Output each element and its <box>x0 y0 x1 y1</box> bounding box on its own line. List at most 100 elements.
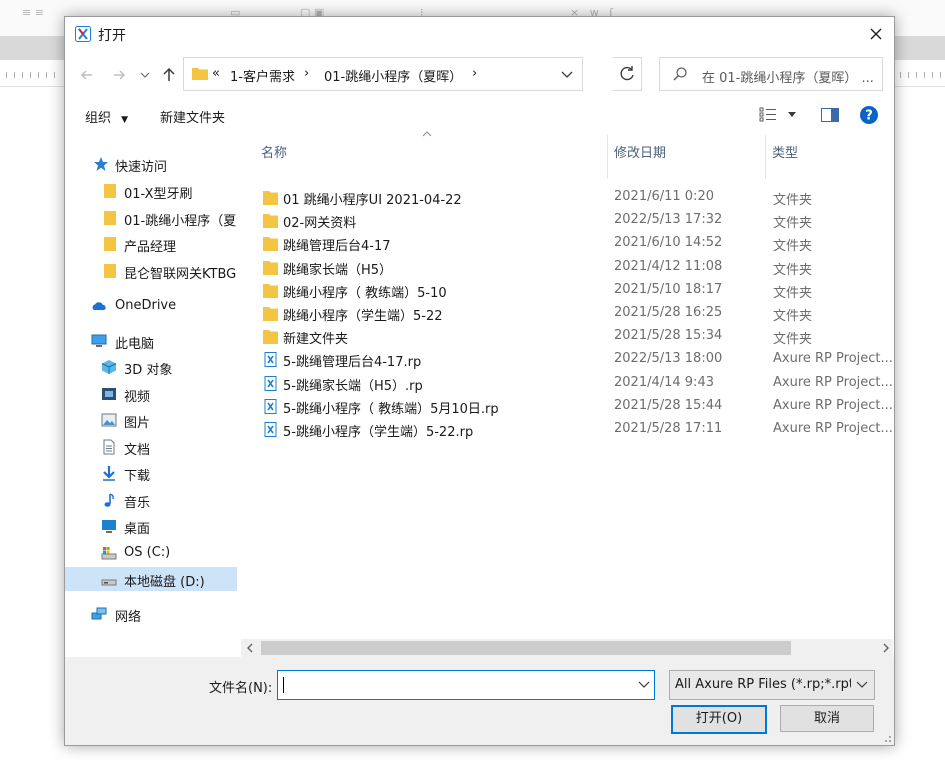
nav-documents[interactable]: 文档 <box>65 435 237 459</box>
folder-icon <box>104 211 116 225</box>
file-type-select[interactable]: All Axure RP Files (*.rp;*.rpte <box>669 670 875 700</box>
filename-input[interactable] <box>277 670 655 700</box>
search-box[interactable]: 在 01-跳绳小程序（夏晖） ... <box>659 57 883 91</box>
file-row[interactable]: 02-网关资料 2022/5/13 17:32 文件夹 <box>257 209 893 232</box>
scroll-left-icon[interactable] <box>245 642 255 654</box>
star-icon <box>94 157 108 171</box>
document-icon <box>103 439 115 455</box>
breadcrumb-item[interactable]: 1-客户需求 <box>230 66 295 85</box>
file-row[interactable]: 5-跳绳小程序（学生端）5-22.rp 2021/5/28 17:11 Axure … <box>257 418 893 441</box>
cloud-icon <box>92 302 106 310</box>
file-name: 5-跳绳小程序（学生端）5-22.rp <box>283 425 474 440</box>
close-icon[interactable] <box>858 17 894 51</box>
open-file-dialog: 打开 « 1-客户需求 › 01-跳绳小程序（夏晖） › 在 01-跳绳小程序（… <box>64 16 895 746</box>
file-type: Axure RP Project... <box>773 374 893 390</box>
column-header-name[interactable]: 名称 <box>261 142 287 161</box>
file-name: 新建文件夹 <box>283 332 349 348</box>
organize-menu[interactable]: 组织 ▼ <box>85 107 128 126</box>
file-row[interactable]: 5-跳绳家长端（H5）.rp 2021/4/14 9:43 Axure RP Pro… <box>257 372 893 395</box>
nav-item-label: 音乐 <box>124 496 151 511</box>
nav-this-pc[interactable]: 此电脑 <box>65 329 237 353</box>
file-date: 2021/4/14 9:43 <box>614 374 714 390</box>
breadcrumb-overflow[interactable]: « <box>212 66 220 81</box>
nav-pinned-folder[interactable]: 01-X型牙刷 <box>65 179 237 203</box>
resize-grip-icon[interactable] <box>882 733 892 743</box>
file-row[interactable]: 01 跳绳小程序UI 2021-04-22 2021/6/11 0:20 文件夹 <box>257 186 893 209</box>
nav-pinned-folder[interactable]: 昆仑智联网关KTBG <box>65 259 237 283</box>
svg-text:?: ? <box>865 109 873 124</box>
scroll-right-icon[interactable] <box>881 642 891 654</box>
folder-icon <box>263 307 278 321</box>
view-options-icon[interactable] <box>759 106 777 122</box>
nav-network[interactable]: 网络 <box>65 602 237 626</box>
column-divider[interactable] <box>765 135 766 179</box>
folder-icon <box>263 237 278 252</box>
file-row[interactable]: 跳绳家长端（H5） 2021/4/12 11:08 文件夹 <box>257 256 893 279</box>
view-dropdown-icon[interactable] <box>787 111 797 119</box>
column-divider[interactable] <box>607 135 608 179</box>
preview-pane-icon[interactable] <box>821 107 839 123</box>
axure-file-icon <box>264 352 277 368</box>
nav-item-label: 昆仑智联网关KTBG <box>124 267 236 282</box>
breadcrumb-separator-icon[interactable]: › <box>304 66 309 81</box>
file-row[interactable]: 跳绳管理后台4-17 2021/6/10 14:52 文件夹 <box>257 232 893 255</box>
folder-icon <box>263 214 278 229</box>
up-arrow-icon[interactable] <box>159 65 179 85</box>
chevron-down-icon[interactable] <box>638 680 650 690</box>
nav-pinned-folder[interactable]: 01-跳绳小程序（夏 <box>65 206 237 230</box>
file-type: 文件夹 <box>773 332 813 348</box>
folder-icon <box>263 330 278 345</box>
nav-desktop[interactable]: 桌面 <box>65 514 237 538</box>
refresh-icon[interactable] <box>613 57 642 91</box>
breadcrumb-item[interactable]: 01-跳绳小程序（夏晖） <box>324 66 462 85</box>
drive-c-icon <box>101 547 117 560</box>
address-bar[interactable]: « 1-客户需求 › 01-跳绳小程序（夏晖） › <box>183 57 583 91</box>
column-header-date[interactable]: 修改日期 <box>614 142 666 161</box>
file-row[interactable]: 跳绳小程序（ 教练端）5-10 2021/5/10 18:17 文件夹 <box>257 279 893 302</box>
new-folder-button[interactable]: 新建文件夹 <box>160 107 225 126</box>
title-bar: 打开 <box>65 17 894 51</box>
horizontal-scrollbar[interactable] <box>241 639 893 657</box>
nav-videos[interactable]: 视频 <box>65 382 237 406</box>
breadcrumb-separator-icon[interactable]: › <box>472 66 477 81</box>
nav-onedrive[interactable]: OneDrive <box>65 294 237 318</box>
open-button[interactable]: 打开(O) <box>671 705 767 734</box>
column-header-type[interactable]: 类型 <box>772 142 798 161</box>
axure-file-icon <box>264 422 277 437</box>
network-icon <box>91 607 107 620</box>
forward-arrow-icon[interactable] <box>109 65 129 85</box>
drive-d-icon <box>101 579 117 586</box>
file-type: 文件夹 <box>773 285 813 301</box>
nav-item-label: 快速访问 <box>115 160 168 175</box>
recent-locations-chevron-icon[interactable] <box>139 65 151 85</box>
nav-downloads[interactable]: 下载 <box>65 461 237 485</box>
scrollbar-thumb[interactable] <box>261 641 791 655</box>
address-dropdown-icon[interactable] <box>552 58 582 90</box>
nav-pictures[interactable]: 图片 <box>65 408 237 432</box>
file-date: 2021/4/12 11:08 <box>614 258 723 274</box>
help-icon[interactable]: ? <box>859 105 879 125</box>
file-row[interactable]: 5-跳绳小程序（ 教练端）5月10日.rp 2021/5/28 15:44 Axur… <box>257 395 893 418</box>
nav-item-label: 产品经理 <box>124 240 177 255</box>
file-row[interactable]: 新建文件夹 2021/5/28 15:34 文件夹 <box>257 325 893 348</box>
nav-drive-d[interactable]: 本地磁盘 (D:) <box>65 567 237 591</box>
file-name: 跳绳家长端（H5） <box>283 262 393 278</box>
nav-3d-objects[interactable]: 3D 对象 <box>65 355 237 379</box>
nav-pinned-folder[interactable]: 产品经理 <box>65 232 237 256</box>
nav-music[interactable]: 音乐 <box>65 488 237 512</box>
file-row[interactable]: 5-跳绳管理后台4-17.rp 2022/5/13 18:00 Axure RP P… <box>257 348 893 371</box>
folder-icon <box>263 191 278 205</box>
nav-quick-access[interactable]: 快速访问 <box>65 152 237 176</box>
nav-item-label: 桌面 <box>124 522 151 537</box>
folder-icon <box>192 68 208 80</box>
search-placeholder: 在 01-跳绳小程序（夏晖） ... <box>702 71 874 86</box>
nav-drive-c[interactable]: OS (C:) <box>65 541 237 565</box>
file-row[interactable]: 跳绳小程序（学生端）5-22 2021/5/28 16:25 文件夹 <box>257 302 893 325</box>
video-icon <box>102 388 116 400</box>
file-date: 2022/5/13 17:32 <box>614 212 723 228</box>
file-name: 02-网关资料 <box>283 216 357 232</box>
nav-item-label: 01-X型牙刷 <box>124 187 193 202</box>
cancel-button[interactable]: 取消 <box>780 705 874 732</box>
file-date: 2021/5/28 17:11 <box>614 421 723 436</box>
back-arrow-icon[interactable] <box>77 65 97 85</box>
